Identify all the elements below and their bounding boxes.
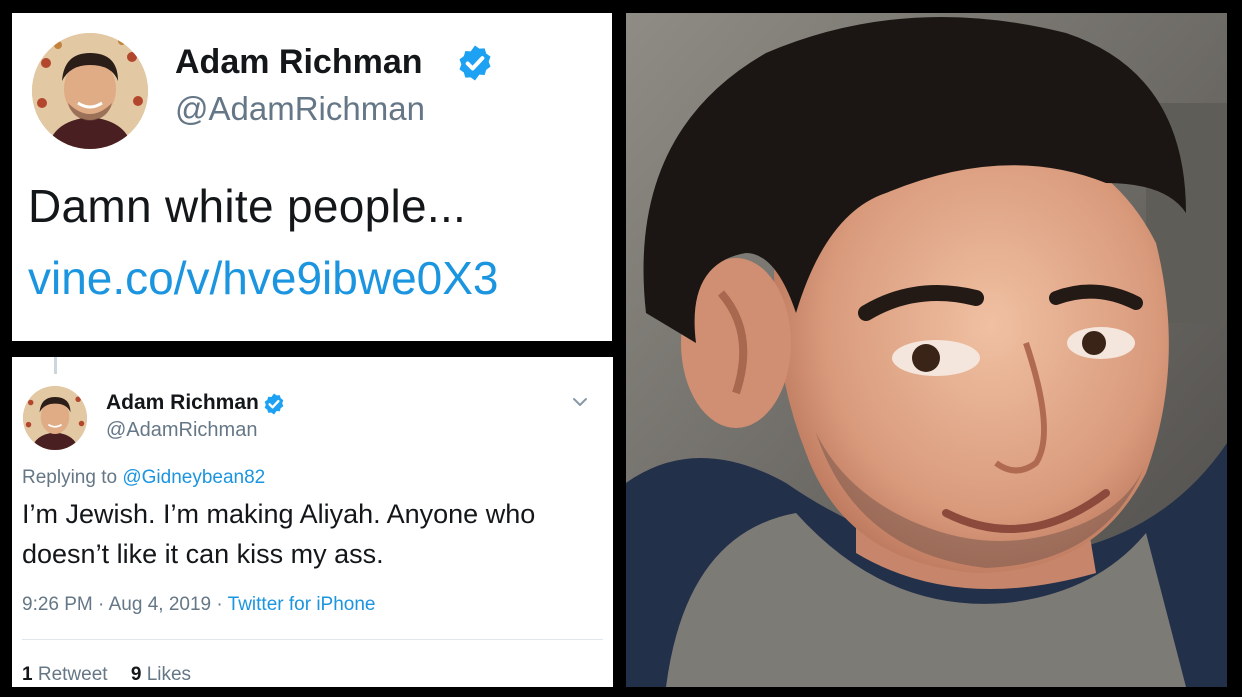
avatar[interactable] [32,33,148,149]
portrait-photo [626,13,1227,687]
meta-separator: · [216,594,223,615]
display-name[interactable]: Adam Richman [175,43,423,82]
chevron-down-icon[interactable] [568,390,592,414]
thread-connector [54,357,57,374]
tweet-text: I’m Jewish. I’m making Aliyah. Anyone wh… [22,499,536,569]
meta-separator: · [98,594,105,615]
likes-label: Likes [146,664,192,685]
handle[interactable]: @AdamRichman [106,419,257,442]
replying-to-handle[interactable]: @Gidneybean82 [122,467,265,488]
likes-count: 9 [130,664,142,685]
portrait-image [626,13,1227,687]
bottom-tweet-card: Adam Richman @AdamRichman Replying to @G… [12,357,613,687]
retweets-count: 1 [22,664,33,685]
divider [22,639,603,640]
verified-badge-icon [459,45,491,81]
replying-prefix: Replying to [22,467,118,488]
retweets-stat[interactable]: 1 Retweet [22,664,108,685]
tweet-time[interactable]: 9:26 PM [22,594,93,615]
verified-badge-icon [264,393,284,415]
likes-stat[interactable]: 9 Likes [131,664,191,685]
tweet-stats: 1 Retweet 9 Likes [22,664,209,686]
tweet-date[interactable]: Aug 4, 2019 [109,594,211,615]
tweet-source[interactable]: Twitter for iPhone [228,594,376,615]
avatar[interactable] [23,386,87,450]
tweet-text: Damn white people... [28,180,467,232]
display-name[interactable]: Adam Richman [106,391,259,415]
replying-to: Replying to @Gidneybean82 [22,467,265,489]
tweet-meta: 9:26 PM · Aug 4, 2019 · Twitter for iPho… [22,594,375,616]
top-tweet-card: Adam Richman @AdamRichman Damn white peo… [12,13,612,341]
tweet-link[interactable]: vine.co/v/hve9ibwe0X3 [28,251,499,305]
retweets-label: Retweet [37,664,108,685]
handle[interactable]: @AdamRichman [175,90,425,128]
